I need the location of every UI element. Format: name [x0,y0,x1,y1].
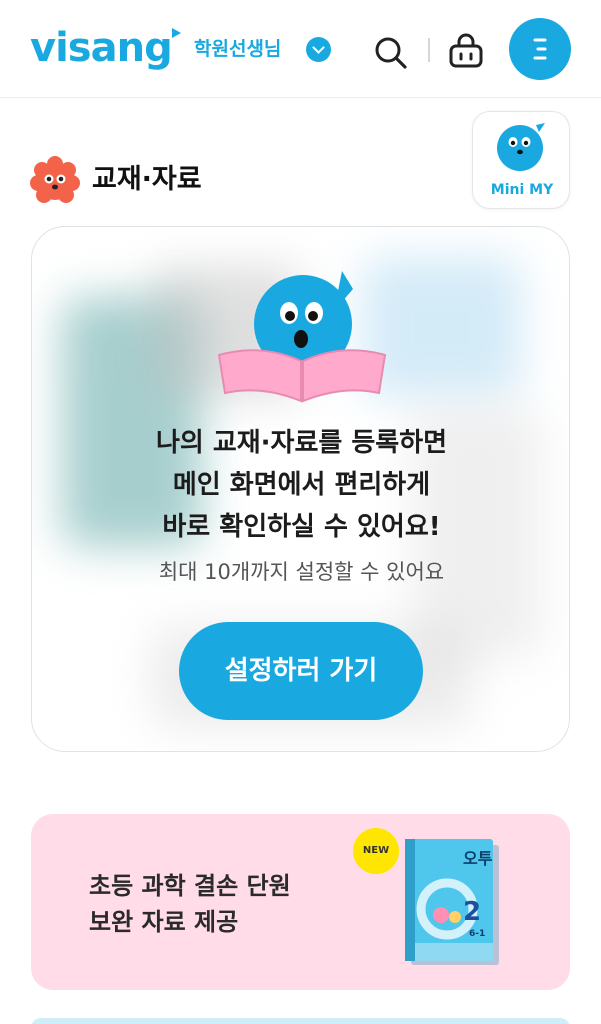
card-message-line-3: 바로 확인하실 수 있어요! [162,512,441,542]
banner-line-1: 초등 과학 결손 단원 [89,872,291,900]
role-selector-label[interactable]: 학원선생님 [194,36,281,62]
cart-button[interactable] [446,30,486,70]
banner-line-2: 보완 자료 제공 [89,908,239,936]
new-badge: NEW [353,828,399,874]
section-title: 교재·자료 [92,164,202,195]
menu-icon [533,38,547,60]
mini-my-button[interactable]: Mini MY [472,111,570,209]
logo-text: visang [30,25,173,71]
promo-banner[interactable]: 초등 과학 결손 단원 보완 자료 제공 NEW 오투 2 6-1 [31,814,570,990]
card-sub-message: 최대 10개까지 설정할 수 있어요 [158,560,445,584]
card-message-line-1: 나의 교재·자료를 등록하면 [155,428,448,458]
reading-character-icon [217,271,387,403]
logo-flag-icon [172,28,181,38]
visang-logo[interactable]: visang [30,24,181,80]
material-register-card: 나의 교재·자료를 등록하면 메인 화면에서 편리하게 바로 확인하실 수 있어… [31,226,570,752]
menu-button[interactable] [509,18,571,80]
book-cover-image: 오투 2 6-1 [405,839,501,967]
next-banner-edge [31,1018,570,1024]
go-settings-button[interactable]: 설정하러 가기 [179,622,423,720]
cart-icon [449,33,483,68]
header: visang 학원선생님 [0,0,601,98]
search-icon [375,37,407,69]
banner-text: 초등 과학 결손 단원 보완 자료 제공 [89,868,291,940]
book-title: 오투 [463,849,493,868]
book-grade: 6-1 [469,929,486,939]
header-divider [428,38,430,62]
book-number: 2 [463,897,482,927]
chevron-down-icon[interactable] [306,37,331,62]
search-button[interactable] [372,34,410,72]
character-icon [30,156,80,203]
mini-my-label: Mini MY [490,182,554,198]
card-message-line-2: 메인 화면에서 편리하게 [172,470,431,500]
mini-my-character-icon [497,123,545,171]
